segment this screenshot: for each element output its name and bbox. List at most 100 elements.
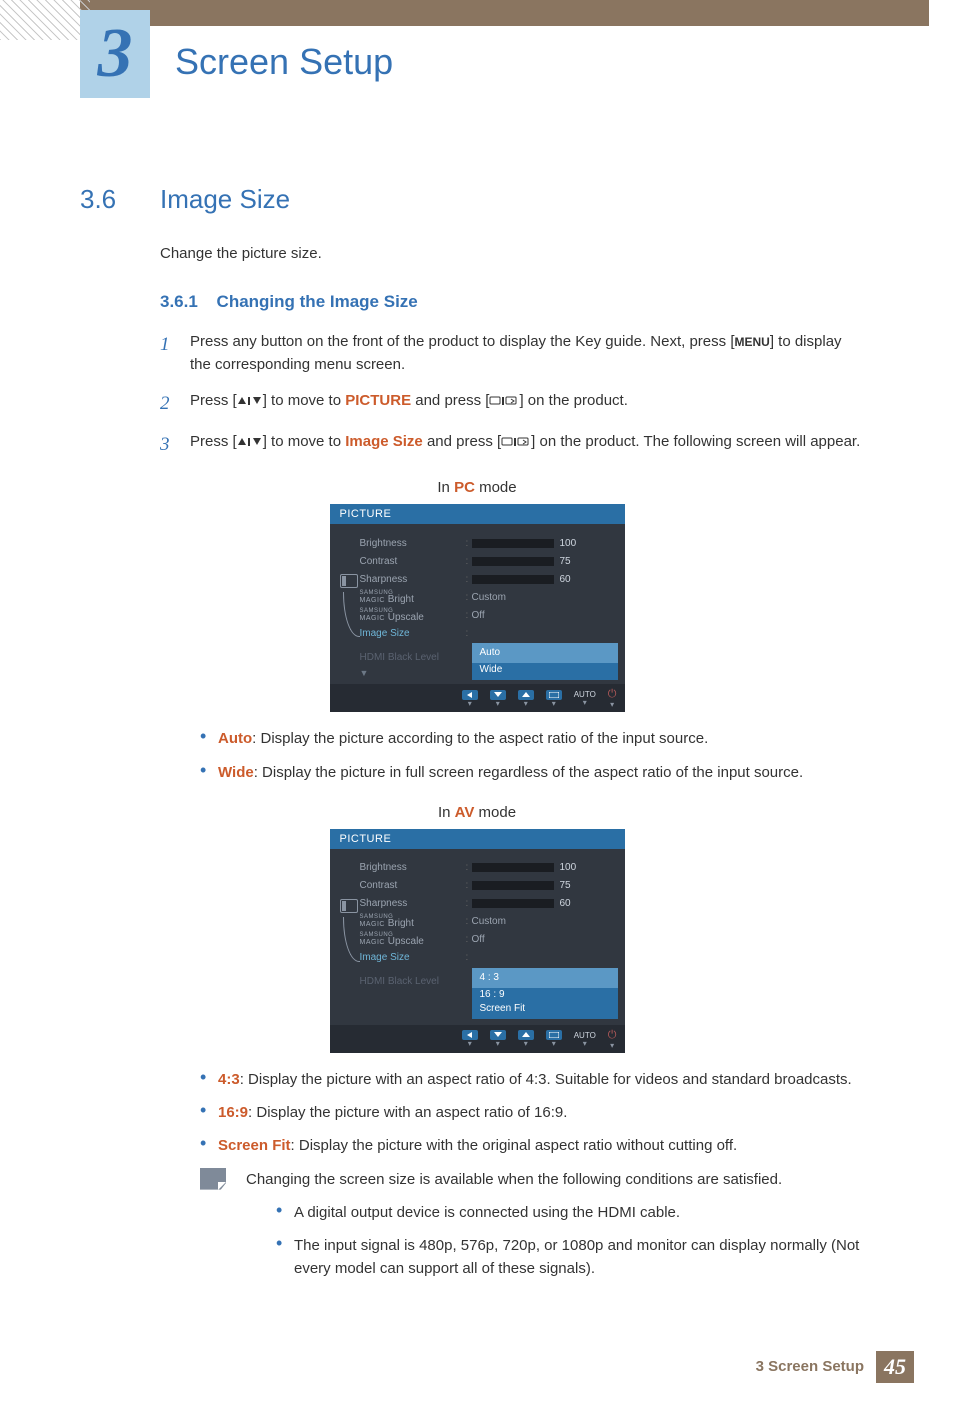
osd-label: Contrast	[360, 556, 466, 567]
text-fragment: and press [	[423, 433, 501, 450]
osd-label-disabled: HDMI Black Level	[360, 652, 466, 663]
osd-label: Brightness	[360, 538, 466, 549]
header-color-band	[80, 0, 929, 26]
chapter-header: 3 Screen Setup	[80, 36, 954, 124]
pc-options-list: •Auto: Display the picture according to …	[200, 727, 864, 784]
step-number: 2	[160, 389, 190, 418]
osd-row-image-size: Image Size :	[360, 624, 618, 642]
magic-text: MAGIC	[360, 597, 385, 604]
osd-number: 75	[560, 556, 571, 567]
option-desc: : Display the picture in full screen reg…	[254, 764, 803, 781]
subsection-heading: 3.6.1 Changing the Image Size	[160, 292, 954, 312]
option-desc: : Display the picture with the original …	[291, 1137, 738, 1154]
footer-up-icon: ▾	[518, 1030, 534, 1047]
bullet-dot: •	[200, 1134, 218, 1157]
up-down-arrows-icon	[237, 392, 263, 409]
osd-number: 60	[560, 574, 571, 585]
text-fragment: ] on the product. The following screen w…	[531, 433, 860, 450]
osd-row-magic-bright: SAMSUNGMAGIC Bright : Custom	[360, 913, 618, 931]
bullet-dot: •	[200, 727, 218, 750]
curve-decoration	[343, 917, 360, 962]
osd-value: 100	[472, 538, 618, 549]
option-name: Wide	[218, 764, 254, 781]
option-name: 16:9	[218, 1104, 248, 1121]
note-lead-text: Changing the screen size is available wh…	[246, 1168, 884, 1191]
osd-pc-screenshot: PICTURE Brightness : 100 Contrast : 75 S…	[330, 504, 625, 712]
osd-row-contrast: Contrast : 75	[360, 552, 618, 570]
step-text: Press [] to move to Image Size and press…	[190, 430, 864, 459]
option-name: 4:3	[218, 1071, 240, 1088]
osd-side-indicator	[338, 859, 360, 1019]
osd-title: PICTURE	[330, 504, 625, 524]
osd-footer: ▾ ▾ ▾ ▾ AUTO▾ ⏻▾	[330, 684, 625, 712]
subsection-number: 3.6.1	[160, 292, 198, 311]
osd-label: Brightness	[360, 862, 466, 873]
footer-auto-label: AUTO▾	[574, 690, 596, 706]
osd-label-disabled: HDMI Black Level	[360, 976, 466, 987]
list-item: •16:9: Display the picture with an aspec…	[200, 1101, 864, 1124]
option-name: Auto	[218, 730, 252, 747]
curve-decoration	[343, 592, 360, 637]
list-item: •A digital output device is connected us…	[276, 1201, 884, 1224]
label-suffix: Upscale	[388, 612, 424, 623]
osd-value: 75	[472, 880, 618, 891]
text-fragment: Press [	[190, 392, 237, 409]
note-condition: A digital output device is connected usi…	[294, 1201, 680, 1224]
subsection-title: Changing the Image Size	[217, 292, 418, 311]
av-highlight: AV	[455, 804, 475, 821]
footer-auto-label: AUTO▾	[574, 1031, 596, 1047]
footer-enter-icon: ▾	[546, 690, 562, 707]
decorative-hatching	[0, 0, 90, 40]
osd-title: PICTURE	[330, 829, 625, 849]
bullet-dot: •	[200, 761, 218, 784]
list-item: •4:3: Display the picture with an aspect…	[200, 1068, 864, 1091]
option-name: Screen Fit	[218, 1137, 291, 1154]
text-fragment: In	[438, 804, 455, 821]
osd-value: Custom	[472, 916, 618, 927]
av-mode-caption: In AV mode	[0, 804, 954, 821]
osd-label: Sharpness	[360, 898, 466, 909]
osd-row-brightness: Brightness : 100	[360, 859, 618, 877]
text-fragment: and press [	[411, 392, 489, 409]
text-fragment: ] to move to	[263, 433, 346, 450]
footer-power-icon: ⏻▾	[608, 688, 617, 708]
osd-label: SAMSUNGMAGIC Upscale	[360, 608, 466, 623]
text-fragment: mode	[475, 479, 517, 496]
magic-text: MAGIC	[360, 921, 385, 928]
footer-enter-icon: ▾	[546, 1030, 562, 1047]
osd-value: 60	[472, 574, 618, 585]
osd-row-brightness: Brightness : 100	[360, 534, 618, 552]
av-options-list: •4:3: Display the picture with an aspect…	[200, 1068, 864, 1158]
osd-label: SAMSUNGMAGIC Bright	[360, 914, 466, 929]
osd-number: 60	[560, 898, 571, 909]
page-number: 45	[876, 1351, 914, 1383]
osd-colon: :	[466, 628, 472, 639]
step-number: 1	[160, 330, 190, 377]
osd-row-magic-upscale: SAMSUNGMAGIC Upscale : Off	[360, 931, 618, 949]
bullet-dot: •	[276, 1201, 294, 1224]
osd-side-indicator	[338, 534, 360, 678]
enter-source-icon	[501, 433, 531, 450]
footer-down-icon: ▾	[490, 1030, 506, 1047]
magic-text: MAGIC	[360, 615, 385, 622]
osd-av-screenshot: PICTURE Brightness : 100 Contrast : 75 S…	[330, 829, 625, 1053]
enter-source-icon	[489, 392, 519, 409]
section-intro: Change the picture size.	[160, 245, 954, 262]
bullet-dot: •	[276, 1234, 294, 1281]
text-fragment: ] to move to	[263, 392, 346, 409]
footer-up-icon: ▾	[518, 690, 534, 707]
osd-label: SAMSUNGMAGIC Bright	[360, 590, 466, 605]
footer-left-icon: ▾	[462, 1030, 478, 1047]
section-title: Image Size	[160, 184, 290, 215]
osd-row-image-size: Image Size :	[360, 949, 618, 967]
step-text: Press any button on the front of the pro…	[190, 330, 864, 377]
chapter-number-box: 3	[80, 10, 150, 98]
osd-label: Sharpness	[360, 574, 466, 585]
pc-mode-caption: In PC mode	[0, 479, 954, 496]
osd-value: Off	[472, 610, 618, 621]
osd-label: SAMSUNGMAGIC Upscale	[360, 932, 466, 947]
osd-colon: :	[466, 952, 472, 963]
steps-list: 1 Press any button on the front of the p…	[160, 330, 864, 459]
up-down-arrows-icon	[237, 433, 263, 450]
step-1: 1 Press any button on the front of the p…	[160, 330, 864, 377]
